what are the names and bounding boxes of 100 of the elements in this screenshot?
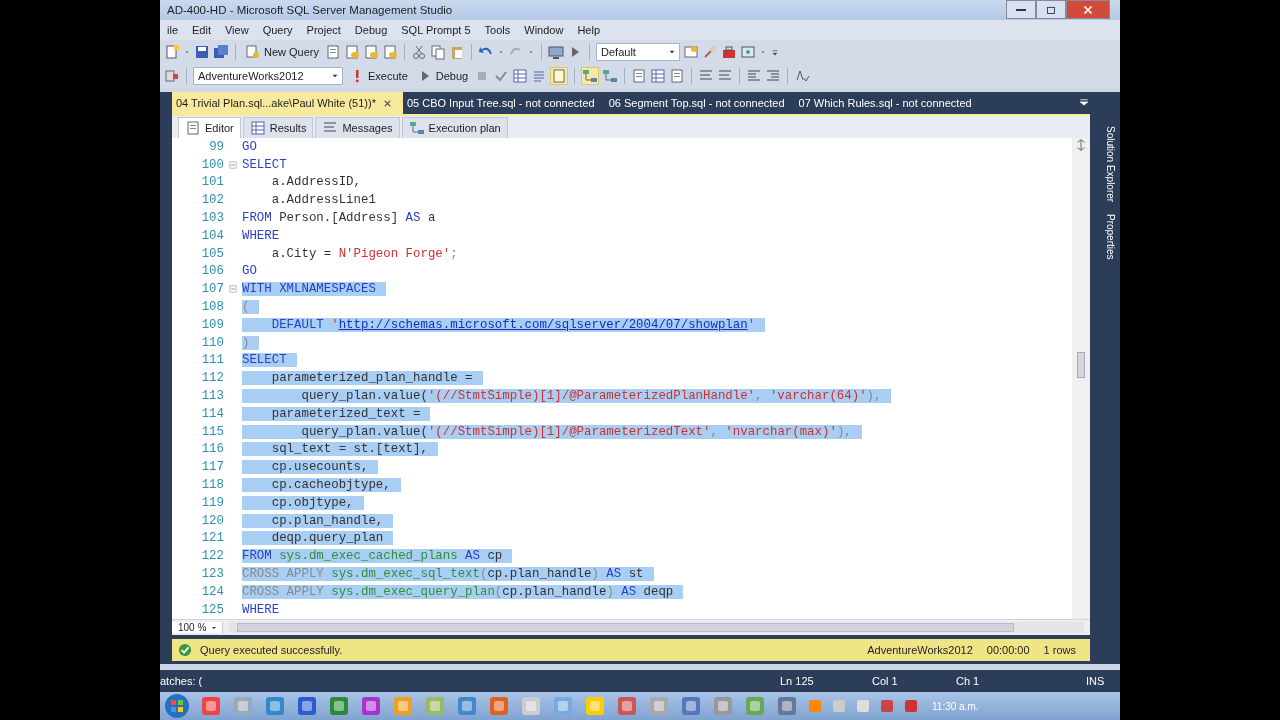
- minimize-button[interactable]: [1006, 0, 1036, 19]
- line-number: 111: [200, 353, 224, 368]
- taskbar-app-icon[interactable]: [552, 695, 574, 717]
- start-button[interactable]: [164, 693, 190, 719]
- line-number: 107: [200, 282, 224, 297]
- toolbox-icon[interactable]: [721, 43, 738, 60]
- menu-item[interactable]: Debug: [347, 22, 395, 38]
- document-tab[interactable]: 05 CBO Input Tree.sql - not connected: [402, 92, 605, 114]
- zoom-dropdown[interactable]: 100 %: [172, 622, 224, 633]
- tray-icon[interactable]: [856, 699, 870, 713]
- taskbar-app-icon[interactable]: [584, 695, 606, 717]
- menu-item[interactable]: Project: [299, 22, 348, 38]
- grid-icon[interactable]: [249, 119, 266, 136]
- wrench-icon[interactable]: [702, 43, 719, 60]
- taskbar-app-icon[interactable]: [424, 695, 446, 717]
- database-query-icon[interactable]: [382, 43, 399, 60]
- menu-item[interactable]: Tools: [477, 22, 518, 38]
- results-to-file-icon[interactable]: [551, 67, 568, 84]
- save-all-icon[interactable]: [213, 43, 229, 60]
- tray-icon[interactable]: [904, 699, 918, 713]
- taskbar-app-icon[interactable]: [360, 695, 382, 717]
- code-line: WHERE: [242, 228, 281, 243]
- char-indicator: Ch 1: [956, 675, 981, 687]
- taskbar-app-icon[interactable]: [616, 695, 638, 717]
- status-rows: 1 rows: [1043, 644, 1076, 656]
- document-tab[interactable]: 07 Which Rules.sql - not connected: [794, 92, 982, 114]
- tray-icon[interactable]: [880, 699, 894, 713]
- side-panel-tab[interactable]: Solution Explorer: [1104, 126, 1116, 203]
- document-tab[interactable]: 06 Segment Top.sql - not connected: [604, 92, 795, 114]
- document-icon[interactable]: [325, 43, 342, 60]
- menu-item[interactable]: Edit: [185, 22, 218, 38]
- taskbar-app-icon[interactable]: [520, 695, 542, 717]
- side-panel-tab[interactable]: Properties: [1104, 214, 1116, 260]
- line-number: 106: [200, 264, 224, 279]
- menu-item[interactable]: Help: [570, 22, 607, 38]
- database-query-icon[interactable]: [363, 43, 380, 60]
- properties-icon[interactable]: [683, 43, 700, 60]
- scrollbar-thumb[interactable]: [237, 623, 1014, 632]
- restore-button[interactable]: [1036, 0, 1066, 19]
- save-icon[interactable]: [194, 43, 210, 60]
- editor-tab[interactable]: Editor: [178, 116, 241, 138]
- taskbar-app-icon[interactable]: [488, 695, 510, 717]
- menu-item[interactable]: Query: [255, 22, 300, 38]
- configuration-dropdown[interactable]: Default: [596, 42, 681, 61]
- document-icon[interactable]: [631, 67, 648, 84]
- line-number: 117: [200, 460, 224, 475]
- window-icon[interactable]: [740, 43, 757, 60]
- new-query-button[interactable]: New Query: [242, 41, 323, 62]
- taskbar-app-icon[interactable]: [296, 695, 318, 717]
- grid-icon[interactable]: [512, 67, 529, 84]
- taskbar-app-icon[interactable]: [712, 695, 734, 717]
- taskbar-app-icon[interactable]: [264, 695, 286, 717]
- cut-icon[interactable]: [411, 43, 428, 60]
- indent-icon[interactable]: [765, 67, 782, 84]
- document-icon[interactable]: [669, 67, 686, 84]
- plan-icon[interactable]: [408, 119, 425, 136]
- document-tab[interactable]: 04 Trivial Plan.sql...ake\Paul White (51))*: [172, 92, 403, 114]
- editor-tab[interactable]: Results: [242, 116, 314, 138]
- connect-icon[interactable]: [164, 67, 180, 84]
- execute-button[interactable]: Execute: [346, 65, 411, 86]
- taskbar-app-icon[interactable]: [744, 695, 766, 717]
- menu-item[interactable]: Window: [517, 22, 571, 38]
- menu-item[interactable]: SQL Prompt 5: [394, 22, 478, 38]
- menu-item[interactable]: View: [218, 22, 256, 38]
- copy-icon[interactable]: [430, 43, 447, 60]
- database-query-icon[interactable]: [344, 43, 361, 60]
- tray-icon[interactable]: [832, 699, 846, 713]
- taskbar-app-icon[interactable]: [232, 695, 254, 717]
- line-number: 101: [200, 175, 224, 190]
- scrollbar-thumb[interactable]: [1077, 352, 1085, 378]
- grid-icon[interactable]: [650, 67, 667, 84]
- outdent-icon[interactable]: [746, 67, 763, 84]
- tray-icon[interactable]: [808, 699, 822, 713]
- menu-item[interactable]: ile: [160, 22, 185, 38]
- code-line: a.City = N'Pigeon Forge';: [270, 246, 459, 261]
- new-file-icon[interactable]: [164, 43, 180, 60]
- taskbar-app-icon[interactable]: [776, 695, 798, 717]
- document-icon[interactable]: [185, 119, 201, 136]
- code-line: a.AddressLine1: [270, 193, 377, 208]
- taskbar-app-icon[interactable]: [200, 695, 222, 717]
- taskbar-app-icon[interactable]: [328, 695, 350, 717]
- success-icon: [178, 643, 192, 657]
- plan-icon[interactable]: [582, 67, 599, 84]
- line-number: 119: [200, 495, 224, 510]
- monitor-icon[interactable]: [548, 43, 565, 60]
- collapse-icon[interactable]: [228, 159, 238, 170]
- taskbar-app-icon[interactable]: [456, 695, 478, 717]
- taskbar-app-icon[interactable]: [680, 695, 702, 717]
- collapse-icon[interactable]: [228, 284, 238, 295]
- editor-tab[interactable]: Execution plan: [401, 116, 508, 138]
- taskbar-app-icon[interactable]: [648, 695, 670, 717]
- taskbar-app-icon[interactable]: [392, 695, 414, 717]
- line-number: 116: [200, 442, 224, 457]
- database-dropdown[interactable]: AdventureWorks2012: [193, 66, 343, 85]
- plan-icon[interactable]: [602, 67, 619, 84]
- tab-list-icon[interactable]: [1078, 96, 1090, 108]
- debug-button[interactable]: Debug: [413, 65, 472, 86]
- line-number: 118: [200, 478, 224, 493]
- editor-tab[interactable]: Messages: [315, 116, 400, 138]
- line-number: 102: [200, 193, 224, 208]
